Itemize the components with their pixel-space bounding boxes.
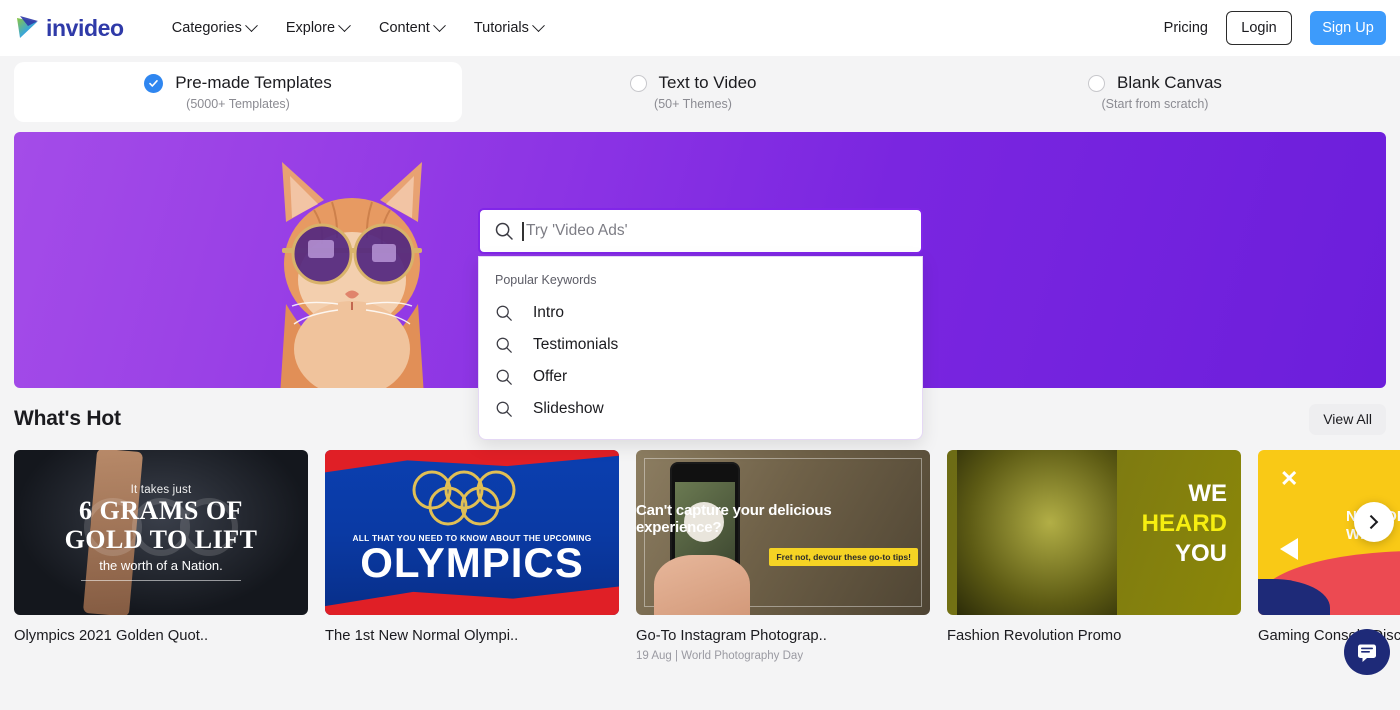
nav-item-categories[interactable]: Categories — [171, 18, 258, 36]
thumb-word-2: HEARD — [1141, 510, 1227, 537]
search-icon — [496, 305, 512, 321]
template-card[interactable]: ✕ NO MORE WITH Gaming Console Discount P… — [1258, 450, 1400, 662]
template-thumbnail: It takes just 6 GRAMS OF GOLD TO LIFT th… — [14, 450, 308, 615]
thumb-line-2b: GOLD TO LIFT — [64, 525, 258, 554]
close-icon: ✕ — [1280, 466, 1299, 491]
chat-support-button[interactable] — [1344, 629, 1390, 675]
page-title: What's Hot — [14, 407, 121, 430]
view-all-button[interactable]: View All — [1309, 403, 1386, 435]
olympic-rings-icon — [325, 468, 619, 526]
suggestions-heading: Popular Keywords — [495, 273, 597, 287]
model-portrait — [957, 450, 1117, 615]
template-title: Fashion Revolution Promo — [947, 628, 1122, 644]
brand-name: invideo — [46, 14, 124, 41]
search-suggestions-dropdown: Popular Keywords Intro Testimonials Offe… — [478, 256, 923, 440]
mode-option-text-to-video[interactable]: Text to Video (50+ Themes) — [462, 62, 924, 122]
thumb-tag: Fret not, devour these go-to tips! — [769, 548, 918, 566]
nav-item-content[interactable]: Content — [379, 18, 446, 36]
nav-label-content: Content — [379, 20, 430, 36]
search-icon — [495, 222, 513, 240]
main-nav: Categories Explore Content Tutorials — [171, 18, 545, 36]
template-title: The 1st New Normal Olympi.. — [325, 628, 519, 644]
login-button[interactable]: Login — [1226, 11, 1292, 45]
template-card[interactable]: Can't capture your delicious experience?… — [636, 450, 930, 662]
chevron-down-icon — [532, 18, 545, 32]
radio-checked-icon — [144, 73, 164, 93]
mode-sub-pre-made-templates: (5000+ Templates) — [186, 97, 290, 111]
chevron-down-icon — [244, 18, 258, 32]
nav-item-explore[interactable]: Explore — [285, 18, 351, 36]
radio-unchecked-icon — [629, 74, 647, 92]
template-thumbnail: WE HEARD YOU — [947, 450, 1241, 615]
suggestion-item-testimonials[interactable]: Testimonials — [479, 329, 922, 361]
mode-option-header: Blank Canvas — [1088, 73, 1222, 93]
template-title: Go-To Instagram Photograp.. — [636, 628, 827, 644]
suggestion-label: Offer — [533, 368, 568, 385]
play-triangle-logo-icon — [17, 16, 38, 38]
thumb-divider — [81, 579, 241, 581]
header-actions: Pricing Login Sign Up — [1164, 11, 1386, 45]
site-header: invideo Categories Explore Content Tutor… — [0, 0, 1400, 56]
cat-with-sunglasses-image — [280, 162, 424, 388]
mode-label-pre-made-templates: Pre-made Templates — [175, 73, 332, 92]
chat-bubble-icon — [1358, 644, 1376, 662]
template-thumbnail: ALL THAT YOU NEED TO KNOW ABOUT THE UPCO… — [325, 450, 619, 615]
template-subtitle: 19 Aug | World Photography Day — [636, 650, 804, 662]
suggestion-label: Slideshow — [533, 400, 604, 417]
thumb-line-1: It takes just — [130, 484, 192, 497]
nav-label-explore: Explore — [285, 20, 336, 36]
creation-mode-selector: Pre-made Templates (5000+ Templates) Tex… — [0, 56, 1400, 132]
mode-label-blank-canvas: Blank Canvas — [1117, 73, 1222, 92]
mode-option-blank-canvas[interactable]: Blank Canvas (Start from scratch) — [924, 62, 1386, 122]
search-box[interactable] — [478, 208, 923, 254]
suggestion-label: Testimonials — [533, 336, 619, 353]
template-carousel: It takes just 6 GRAMS OF GOLD TO LIFT th… — [14, 450, 1400, 675]
search-input[interactable] — [526, 222, 907, 240]
thumb-headline: OLYMPICS — [360, 539, 584, 586]
mode-option-pre-made-templates[interactable]: Pre-made Templates (5000+ Templates) — [14, 62, 462, 122]
signup-button[interactable]: Sign Up — [1310, 11, 1386, 45]
thumb-line-3: the worth of a Nation. — [99, 557, 223, 573]
decorative-red-bottom — [325, 586, 619, 615]
mode-option-header: Pre-made Templates — [144, 73, 332, 93]
template-card[interactable]: ALL THAT YOU NEED TO KNOW ABOUT THE UPCO… — [325, 450, 619, 662]
thumb-line-2a: 6 GRAMS OF — [79, 496, 243, 526]
suggestion-item-intro[interactable]: Intro — [479, 297, 922, 329]
template-search: Popular Keywords Intro Testimonials Offe… — [478, 208, 923, 440]
search-icon — [496, 369, 512, 385]
template-thumbnail: Can't capture your delicious experience?… — [636, 450, 930, 615]
mode-sub-blank-canvas: (Start from scratch) — [1101, 97, 1209, 111]
hand-illustration — [654, 555, 750, 615]
template-card[interactable]: WE HEARD YOU Fashion Revolution Promo — [947, 450, 1241, 662]
radio-unchecked-icon — [1088, 74, 1106, 92]
nav-label-tutorials: Tutorials — [473, 20, 529, 36]
chevron-down-icon — [338, 18, 351, 32]
carousel-next-button[interactable] — [1354, 502, 1394, 542]
chevron-down-icon — [432, 18, 446, 32]
suggestion-item-offer[interactable]: Offer — [479, 361, 922, 393]
pricing-link[interactable]: Pricing — [1164, 20, 1208, 36]
search-icon — [496, 401, 512, 417]
brand-logo[interactable]: invideo — [14, 15, 124, 42]
mode-option-header: Text to Video — [629, 73, 757, 93]
nav-item-tutorials[interactable]: Tutorials — [473, 18, 545, 36]
suggestion-item-slideshow[interactable]: Slideshow — [479, 393, 922, 425]
template-title: Olympics 2021 Golden Quot.. — [14, 628, 209, 644]
chevron-right-icon — [1364, 514, 1379, 530]
thumbnail-text: It takes just 6 GRAMS OF GOLD TO LIFT th… — [14, 450, 308, 615]
thumb-word-3: YOU — [1174, 540, 1227, 567]
mode-sub-text-to-video: (50+ Themes) — [654, 97, 732, 111]
text-cursor — [522, 222, 524, 241]
template-card[interactable]: It takes just 6 GRAMS OF GOLD TO LIFT th… — [14, 450, 308, 662]
mode-label-text-to-video: Text to Video — [658, 73, 757, 92]
play-triangle-icon — [1280, 538, 1298, 560]
nav-label-categories: Categories — [171, 20, 242, 36]
suggestion-label: Intro — [533, 304, 565, 321]
search-icon — [496, 337, 512, 353]
thumb-question: Can't capture your delicious experience? — [636, 502, 832, 537]
thumb-word-1: WE — [1188, 480, 1227, 507]
